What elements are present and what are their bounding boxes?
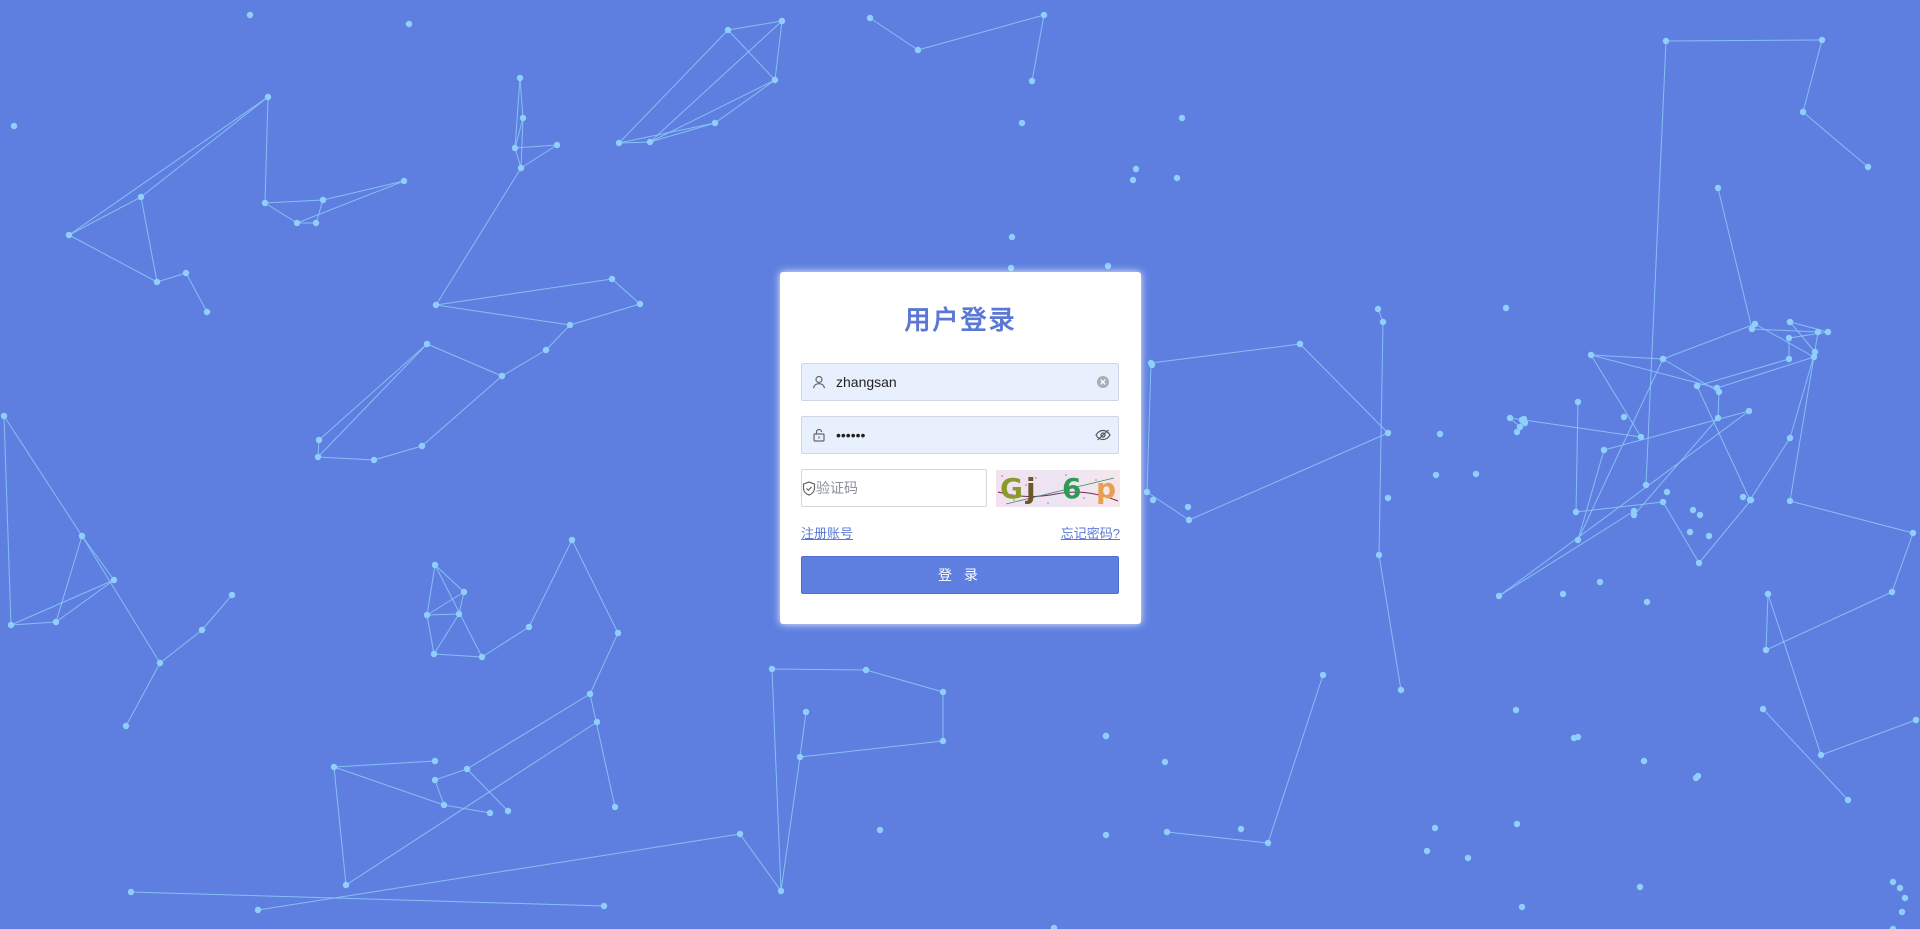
captcha-char: j <box>1026 472 1036 505</box>
username-input[interactable] <box>836 364 1088 400</box>
password-field[interactable] <box>801 416 1119 454</box>
lock-icon <box>802 417 836 453</box>
password-input[interactable] <box>836 417 1088 453</box>
clear-circle-icon[interactable] <box>1088 364 1118 400</box>
captcha-image[interactable]: G j 6 p <box>996 470 1120 507</box>
shield-icon <box>802 470 816 506</box>
forgot-password-link[interactable]: 忘记密码? <box>1061 523 1120 542</box>
eye-icon[interactable] <box>1088 417 1118 453</box>
username-field[interactable] <box>801 363 1119 401</box>
captcha-input[interactable] <box>816 470 997 506</box>
user-icon <box>802 364 836 400</box>
page-title: 用户登录 <box>904 305 1017 335</box>
login-card: 用户登录 G j 6 p 注册账号 忘记 <box>780 272 1141 624</box>
login-button[interactable]: 登 录 <box>801 556 1119 594</box>
captcha-field[interactable] <box>801 469 997 507</box>
captcha-char: 6 <box>1062 472 1082 505</box>
register-link[interactable]: 注册账号 <box>801 523 853 542</box>
captcha-char: p <box>1096 472 1117 505</box>
captcha-char: G <box>1000 472 1023 505</box>
